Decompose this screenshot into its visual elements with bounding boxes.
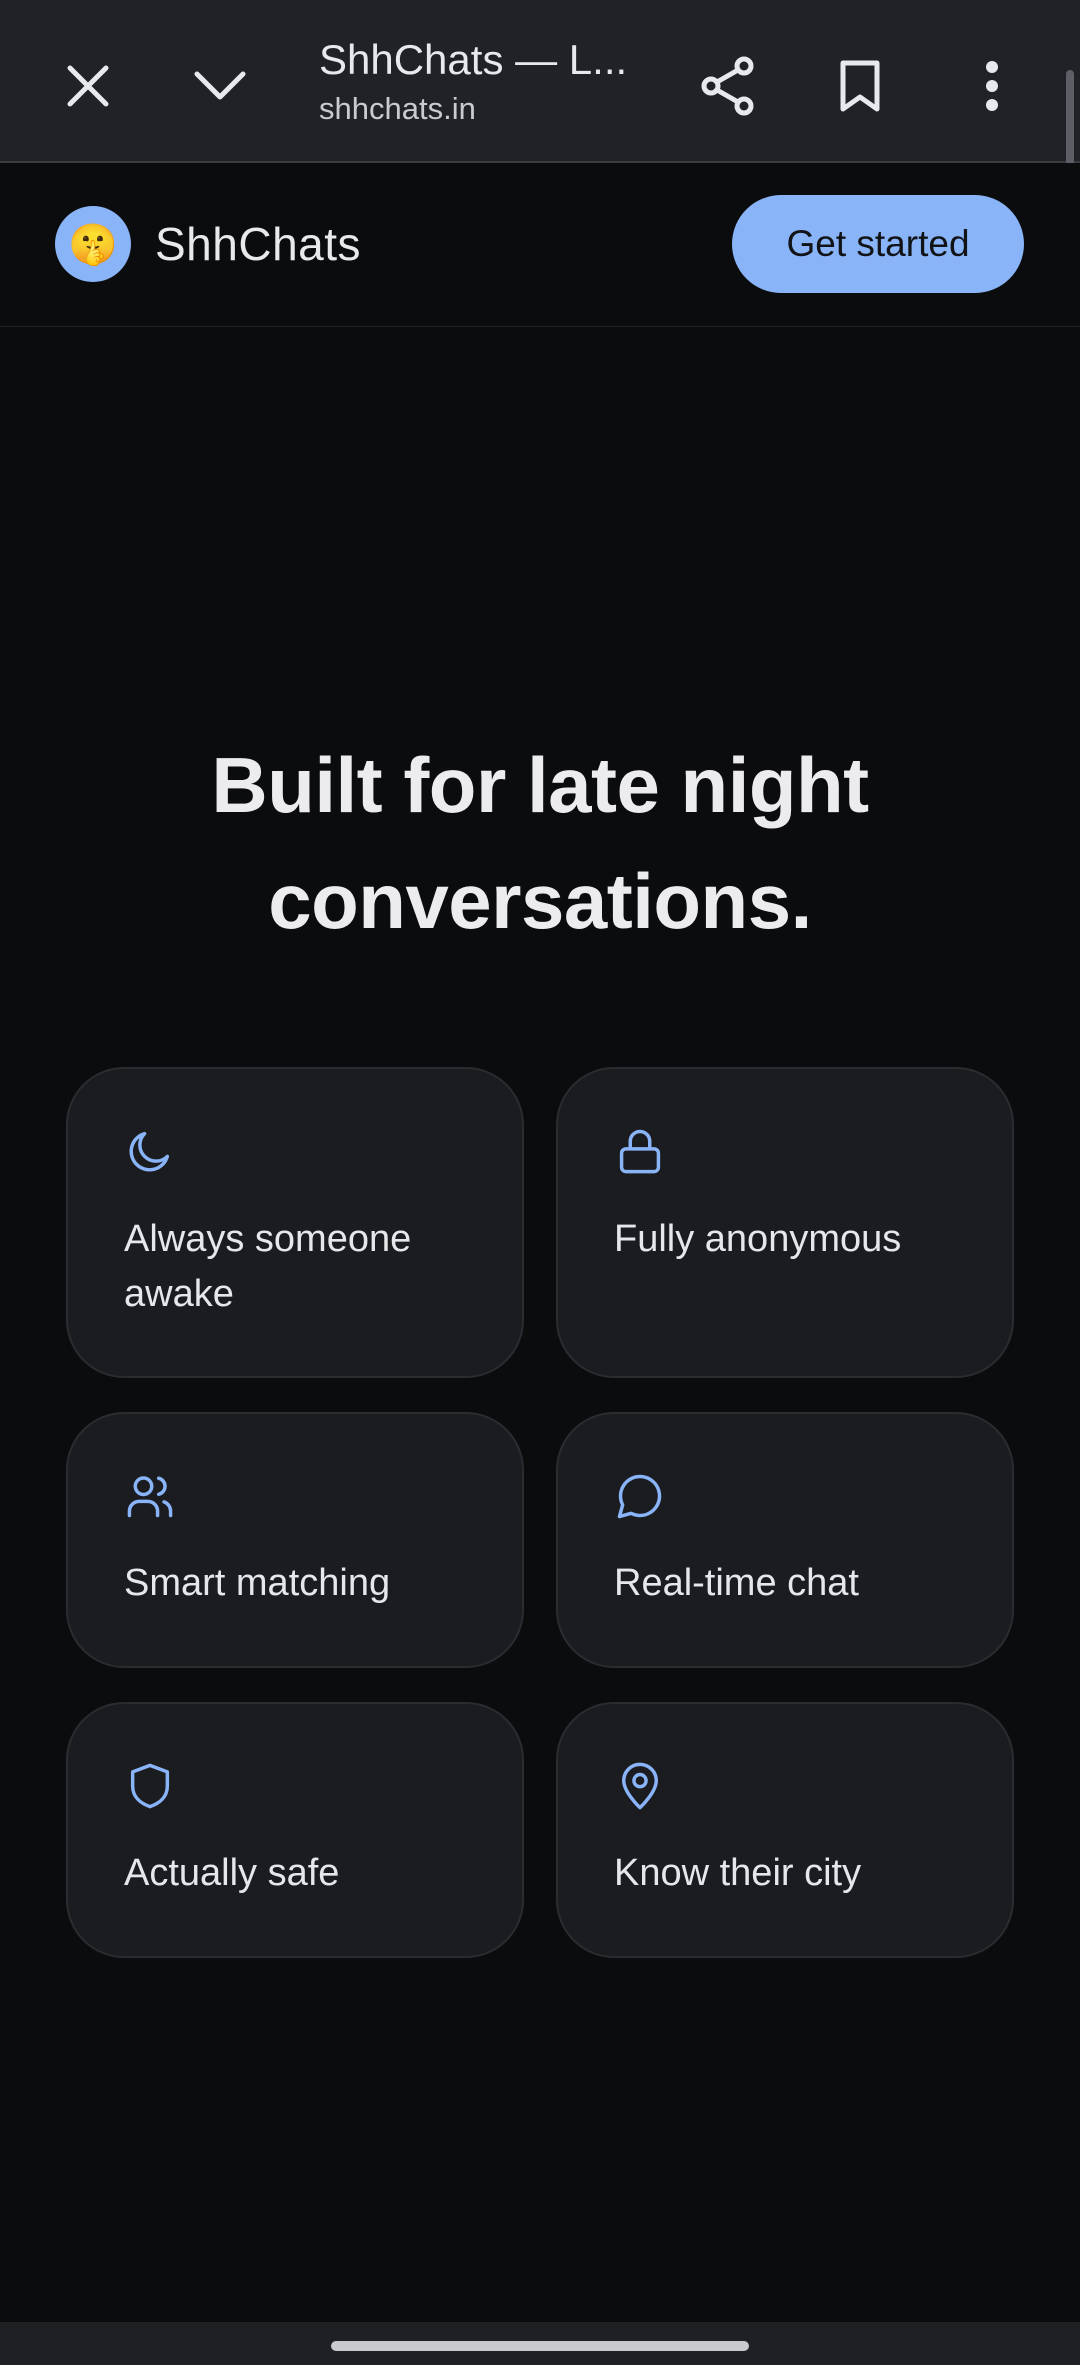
feature-card-know-their-city: Know their city [556, 1702, 1014, 1958]
tab-url: shhchats.in [319, 91, 476, 126]
close-tab-button[interactable] [38, 36, 138, 136]
feature-card-anonymous: Fully anonymous [556, 1067, 1014, 1378]
hero-title-line-2: conversations. [268, 857, 812, 945]
map-pin-icon [622, 1762, 658, 1810]
chevron-down-icon [194, 71, 246, 100]
hero-title-line-1: Built for late night [211, 741, 869, 829]
system-navigation-bar [0, 2322, 1080, 2365]
get-started-button[interactable]: Get started [732, 195, 1024, 293]
more-vert-icon [986, 61, 998, 111]
home-gesture-handle[interactable] [331, 2341, 749, 2351]
brand[interactable]: 🤫 ShhChats [55, 206, 361, 282]
feature-label: Know their city [614, 1852, 862, 1894]
feature-label: Actually safe [124, 1852, 340, 1894]
share-icon [701, 56, 754, 116]
feature-card-actually-safe: Actually safe [66, 1702, 524, 1958]
tab-title: ShhChats — L... [319, 36, 628, 83]
moon-icon [129, 1131, 170, 1172]
users-icon [127, 1476, 173, 1518]
feature-label: Smart matching [124, 1562, 391, 1604]
shield-icon [130, 1763, 170, 1809]
chat-bubble-icon [617, 1474, 662, 1519]
bookmark-button[interactable] [810, 36, 910, 136]
feature-label: Real-time chat [614, 1562, 859, 1604]
feature-label: Always someone awake [124, 1218, 412, 1315]
bookmark-icon [840, 60, 880, 112]
lock-icon [619, 1129, 661, 1174]
minimize-button[interactable] [170, 36, 270, 136]
shushing-face-icon: 🤫 [68, 222, 118, 267]
brand-logo: 🤫 [55, 206, 131, 282]
feature-card-real-time-chat: Real-time chat [556, 1412, 1014, 1668]
share-button[interactable] [678, 36, 778, 136]
feature-card-always-awake: Always someone awake [66, 1067, 524, 1378]
close-icon [67, 65, 109, 107]
browser-toolbar: ShhChats — L... shhchats.in [0, 0, 1080, 250]
site-header: 🤫 ShhChats Get started [0, 163, 1080, 327]
more-options-button[interactable] [942, 36, 1042, 136]
hero-title: Built for late night conversations. [0, 727, 1080, 959]
feature-label: Fully anonymous [614, 1218, 902, 1260]
brand-name: ShhChats [155, 218, 362, 270]
tab-title-area[interactable]: ShhChats — L... shhchats.in [319, 34, 639, 128]
feature-card-smart-matching: Smart matching [66, 1412, 524, 1668]
